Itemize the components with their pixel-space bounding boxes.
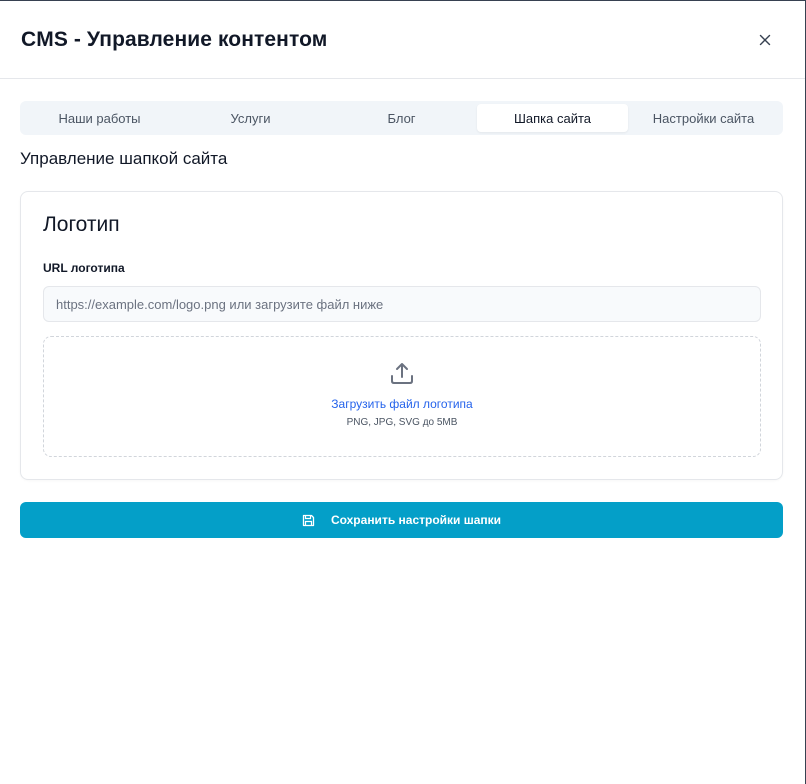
save-button-label: Сохранить настройки шапки (330, 513, 502, 527)
tab-site-settings[interactable]: Настройки сайта (628, 104, 779, 132)
section-title: Управление шапкой сайта (20, 149, 228, 168)
logo-card-title: Логотип (43, 213, 120, 236)
dialog-header: CMS - Управление контентом (0, 1, 805, 79)
close-button[interactable] (751, 26, 779, 54)
tab-blog[interactable]: Блог (326, 104, 477, 132)
cms-dialog: CMS - Управление контентом Наши работы У… (0, 0, 806, 784)
dialog-content: Наши работы Услуги Блог Шапка сайта Наст… (0, 79, 805, 538)
close-icon (759, 34, 771, 45)
tab-services[interactable]: Услуги (175, 104, 326, 132)
logo-url-input[interactable] (43, 286, 761, 322)
tab-works[interactable]: Наши работы (24, 104, 175, 132)
tab-bar: Наши работы Услуги Блог Шапка сайта Наст… (20, 101, 783, 135)
save-icon (302, 514, 315, 526)
save-header-settings-button[interactable]: Сохранить настройки шапки (20, 502, 783, 538)
upload-icon (391, 363, 413, 384)
logo-url-label: URL логотипа (43, 261, 125, 275)
dialog-title: CMS - Управление контентом (21, 27, 328, 51)
upload-logo-link[interactable]: Загрузить файл логотипа (331, 397, 472, 411)
logo-upload-dropzone[interactable]: Загрузить файл логотипа PNG, JPG, SVG до… (43, 336, 761, 457)
upload-hint: PNG, JPG, SVG до 5MB (346, 417, 458, 428)
logo-card: Логотип URL логотипа Загрузить файл лого… (20, 191, 783, 480)
tab-site-header[interactable]: Шапка сайта (477, 104, 628, 132)
